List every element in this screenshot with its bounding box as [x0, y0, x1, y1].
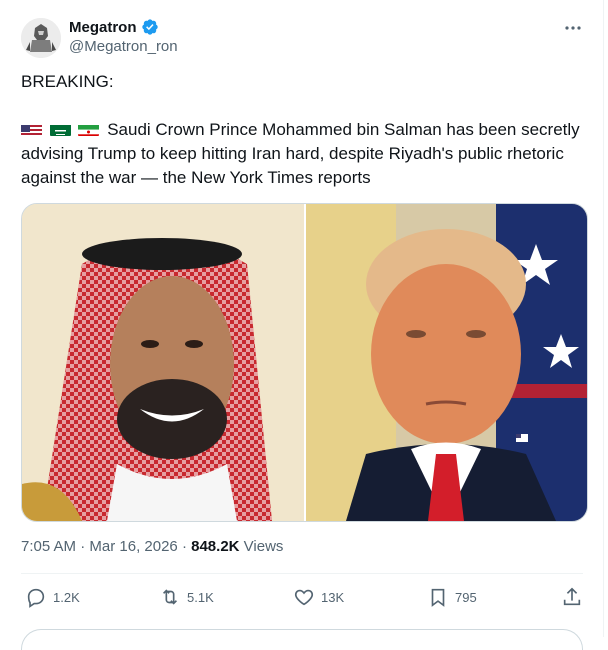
tweet-text: BREAKING: Saudi Crown Prince Mohammed bi… — [21, 70, 587, 190]
meta-separator: · — [76, 538, 90, 555]
avatar[interactable] — [21, 18, 61, 58]
name-row: Megatron — [69, 18, 159, 36]
divider — [21, 573, 583, 574]
iran-flag-icon — [78, 122, 100, 136]
photo-crown-prince[interactable] — [22, 204, 304, 521]
bookmark-button[interactable]: 795 — [427, 586, 477, 608]
reply-button[interactable]: 1.2K — [25, 586, 80, 608]
saudi-flag-icon — [49, 122, 71, 136]
repost-icon — [162, 589, 178, 605]
repost-button[interactable]: 5.1K — [159, 586, 214, 608]
views-count: 848.2K — [191, 538, 240, 555]
like-count: 13K — [321, 589, 345, 605]
us-flag-icon — [21, 122, 42, 136]
bookmark-count: 795 — [455, 589, 477, 605]
post-date[interactable]: Mar 16, 2026 — [89, 538, 177, 555]
photo-trump[interactable] — [306, 204, 587, 521]
share-icon — [563, 587, 581, 606]
meta-separator: · — [177, 538, 192, 555]
reply-count: 1.2K — [53, 589, 80, 605]
verified-badge-icon — [141, 19, 158, 35]
post-time[interactable]: 7:05 AM — [21, 538, 76, 555]
views-label: Views — [239, 538, 284, 555]
tweet-card: Megatron @Megatron_ron BREAKING: Saudi C… — [0, 0, 604, 650]
reply-icon — [27, 588, 45, 608]
bookmark-icon — [431, 588, 445, 607]
share-button[interactable] — [561, 586, 583, 608]
tweet-header: Megatron @Megatron_ron — [21, 16, 583, 60]
media-grid[interactable] — [21, 203, 588, 522]
handle[interactable]: @Megatron_ron — [69, 38, 178, 55]
like-button[interactable]: 13K — [293, 586, 344, 608]
breaking-line: BREAKING: — [21, 72, 114, 91]
tweet-meta: 7:05 AM · Mar 16, 2026 · 848.2K Views — [21, 538, 283, 555]
heart-icon — [294, 589, 314, 606]
action-bar: 1.2K 5.1K 13K 795 — [21, 586, 587, 612]
reply-composer-edge[interactable] — [21, 629, 583, 650]
body-text: Saudi Crown Prince Mohammed bin Salman h… — [21, 120, 580, 187]
body-line: Saudi Crown Prince Mohammed bin Salman h… — [21, 118, 587, 190]
repost-count: 5.1K — [187, 589, 214, 605]
more-options-icon[interactable] — [563, 18, 583, 38]
display-name[interactable]: Megatron — [69, 19, 137, 36]
